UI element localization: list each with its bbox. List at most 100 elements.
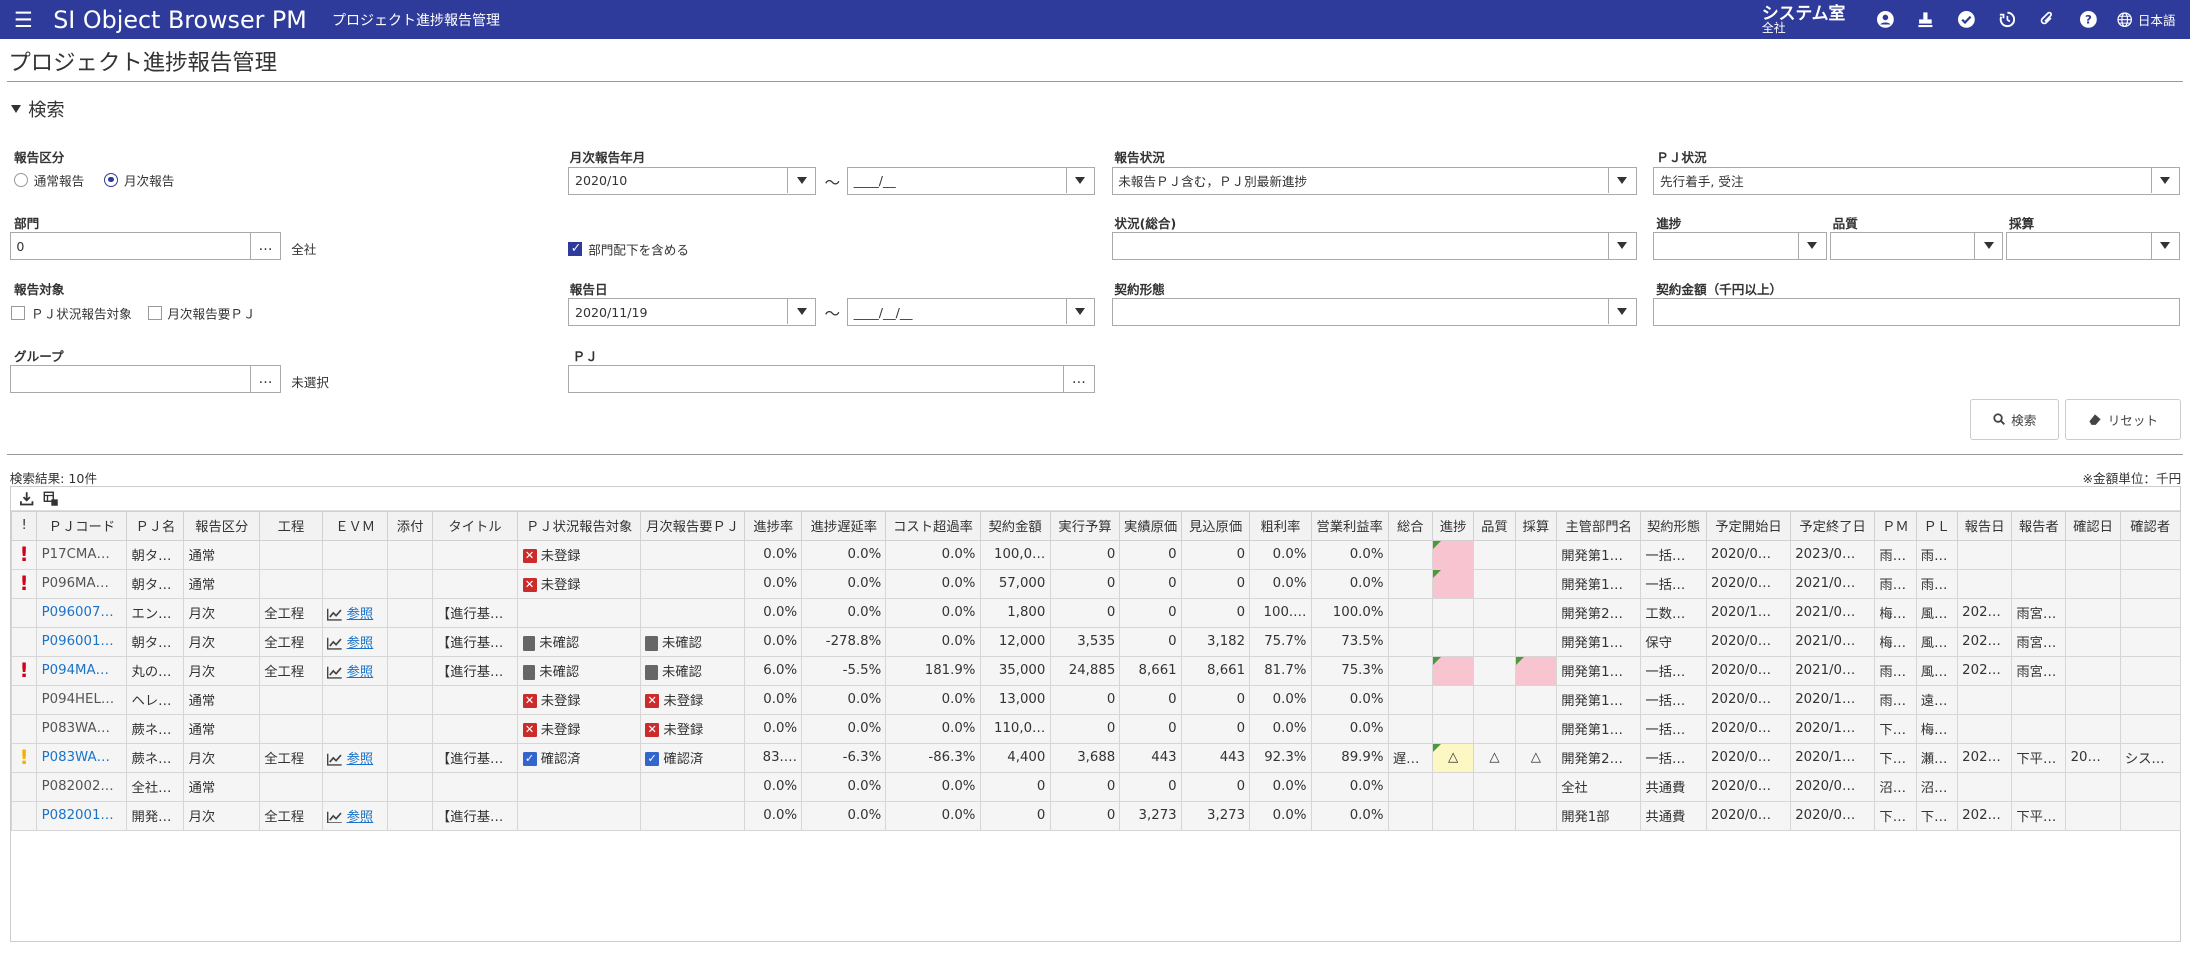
column-header[interactable]: 確認者	[2119, 510, 2181, 541]
check-icon[interactable]	[1946, 11, 1987, 28]
table-row[interactable]: P096007… エン… 月次 全工程 参照 【進行基… 0.0% 0.0% 0.0% 1,800…	[10, 597, 2181, 628]
dept-picker-button[interactable]: …	[249, 233, 281, 259]
column-header[interactable]: ＰＪ状況報告対象	[517, 510, 642, 541]
chevron-down-icon[interactable]	[1607, 233, 1636, 259]
column-header[interactable]: !	[10, 510, 38, 541]
chevron-down-icon[interactable]	[1065, 299, 1094, 325]
chevron-down-icon[interactable]	[787, 167, 815, 193]
pj-code-cell[interactable]: P082001…	[36, 800, 128, 831]
stamp-icon[interactable]	[1905, 11, 1946, 28]
table-row[interactable]: P096001… 朝タ… 月次 全工程 参照 【進行基… 未確認 未確認 0.0% -278.8%…	[10, 626, 2181, 657]
reset-button[interactable]: リセット	[2065, 399, 2182, 440]
evm-cell[interactable]: 参照	[321, 800, 389, 831]
contract-type-select[interactable]	[1111, 298, 1637, 327]
column-header[interactable]: ＥＶＭ	[321, 510, 389, 541]
group-picker-button[interactable]: …	[249, 366, 281, 392]
pj-code-cell[interactable]: P094MA…	[36, 655, 128, 686]
table-row[interactable]: ! P17CMA… 朝タ… 通常 ✕ 未登録 0.0% 0.0% 0.0% 100,0… 0 0 0 0.…	[10, 539, 2181, 570]
column-header[interactable]: 確認日	[2065, 510, 2121, 541]
column-header[interactable]: 月次報告要ＰＪ	[640, 510, 746, 541]
chevron-down-icon[interactable]	[1607, 167, 1636, 193]
evm-link[interactable]: 参照	[347, 752, 374, 767]
column-header[interactable]: 実行予算	[1049, 510, 1121, 541]
column-header[interactable]: 粗利率	[1249, 510, 1312, 541]
monthly-year-from-select[interactable]: 2020/10	[568, 166, 817, 195]
org-switcher[interactable]: システム室 全社	[1762, 4, 1845, 35]
column-header[interactable]: 報告者	[2011, 510, 2067, 541]
evm-cell[interactable]: 参照	[321, 742, 389, 773]
pj-input[interactable]: …	[568, 365, 1095, 394]
evm-link[interactable]: 参照	[347, 665, 374, 680]
chevron-down-icon[interactable]	[1065, 167, 1094, 193]
search-button[interactable]: 検索	[1969, 399, 2060, 440]
column-header[interactable]: 予定終了日	[1790, 510, 1876, 541]
column-header[interactable]: 進捗遅延率	[801, 510, 887, 541]
radio-monthly-report[interactable]	[104, 172, 119, 187]
column-header[interactable]: 報告日	[1956, 510, 2013, 541]
app-title[interactable]: SI Object Browser PM	[53, 6, 307, 34]
target-pj-status-checkbox[interactable]	[11, 306, 26, 321]
chevron-down-icon[interactable]	[2150, 167, 2179, 193]
user-icon[interactable]	[1865, 11, 1906, 28]
column-header[interactable]: 進捗	[1431, 510, 1475, 541]
chevron-down-icon[interactable]	[1974, 233, 2002, 259]
evm-link[interactable]: 参照	[347, 607, 374, 622]
column-settings-icon[interactable]	[43, 491, 58, 506]
table-row[interactable]: ! P096MA… 朝タ… 通常 ✕ 未登録 0.0% 0.0% 0.0% 57,000 0 0 0 0.…	[10, 568, 2181, 599]
column-header[interactable]: 予定開始日	[1705, 510, 1792, 541]
chevron-down-icon[interactable]	[787, 299, 815, 325]
column-header[interactable]: 採算	[1514, 510, 1558, 541]
download-icon[interactable]	[19, 491, 34, 506]
report-date-to-select[interactable]: ____/__/__	[847, 298, 1095, 327]
contract-amount-input[interactable]	[1653, 298, 2180, 327]
column-header[interactable]: 品質	[1473, 510, 1516, 541]
column-header[interactable]: 契約形態	[1640, 510, 1707, 541]
dept-input[interactable]: 0…	[9, 232, 282, 261]
progress-select[interactable]	[1653, 232, 1827, 261]
quality-select[interactable]	[1829, 232, 2004, 261]
profit-select[interactable]	[2006, 232, 2180, 261]
table-row[interactable]: P094HEL… ヘレ… 通常 ✕ 未登録 ✕ 未登録 0.0% 0.0% 0.0% 13,000 0…	[10, 684, 2181, 715]
pj-code-cell[interactable]: P096001…	[36, 626, 128, 657]
column-header[interactable]: タイトル	[431, 510, 519, 541]
group-input[interactable]: …	[9, 365, 282, 394]
evm-cell[interactable]: 参照	[321, 597, 389, 628]
report-status-select[interactable]: 未報告ＰＪ含む，ＰＪ別最新進捗	[1111, 166, 1637, 195]
column-header[interactable]: ＰＭ	[1874, 510, 1917, 541]
paperclip-icon[interactable]	[2027, 11, 2068, 28]
evm-link[interactable]: 参照	[347, 810, 374, 825]
pj-picker-button[interactable]: …	[1062, 366, 1094, 392]
chevron-down-icon[interactable]	[1797, 233, 1826, 259]
column-header[interactable]: 総合	[1387, 510, 1433, 541]
help-icon[interactable]: ?	[2068, 11, 2109, 28]
evm-cell[interactable]: 参照	[321, 655, 389, 686]
chevron-down-icon[interactable]	[2150, 233, 2179, 259]
search-section-toggle[interactable]: 検索	[11, 96, 2189, 122]
column-header[interactable]: 報告区分	[183, 510, 261, 541]
pj-code-cell[interactable]: P096007…	[36, 597, 128, 628]
table-row[interactable]: P082001… 開発… 月次 全工程 参照 【進行基… 0.0% 0.0% 0.0% 0 0 3,2…	[10, 800, 2181, 831]
history-icon[interactable]	[1987, 11, 2028, 28]
language-switcher[interactable]: 日本語	[2117, 10, 2176, 29]
column-header[interactable]: コスト超過率	[885, 510, 981, 541]
menu-icon[interactable]: ☰	[14, 8, 39, 32]
column-header[interactable]: 契約金額	[979, 510, 1051, 541]
evm-cell[interactable]: 参照	[321, 626, 389, 657]
pj-code-cell[interactable]: P083WA…	[36, 742, 128, 773]
column-header[interactable]: 進捗率	[744, 510, 803, 541]
table-row[interactable]: ! P094MA… 丸の… 月次 全工程 参照 【進行基… 未確認 未確認 6.0% -5.5% 18…	[10, 655, 2181, 686]
column-header[interactable]: 営業利益率	[1310, 510, 1389, 541]
column-header[interactable]: ＰＬ	[1915, 510, 1958, 541]
table-row[interactable]: P083WA… 蕨ネ… 通常 ✕ 未登録 ✕ 未登録 0.0% 0.0% 0.0% 110,0… 0 0…	[10, 713, 2181, 744]
chevron-down-icon[interactable]	[1607, 299, 1636, 325]
monthly-year-to-select[interactable]: ____/__	[847, 166, 1095, 195]
pj-status-select[interactable]: 先行着手, 受注	[1653, 166, 2180, 195]
column-header[interactable]: 工程	[259, 510, 323, 541]
table-row[interactable]: ! P083WA… 蕨ネ… 月次 全工程 参照 【進行基… ✓ 確認済 ✓ 確認済 83.… -6.3%…	[10, 742, 2181, 773]
column-header[interactable]: 添付	[387, 510, 433, 541]
column-header[interactable]: 主管部門名	[1556, 510, 1642, 541]
report-date-from-select[interactable]: 2020/11/19	[568, 298, 817, 327]
evm-link[interactable]: 参照	[347, 636, 374, 651]
column-header[interactable]: ＰＪコード	[36, 510, 128, 541]
include-sub-dept-checkbox[interactable]	[568, 240, 583, 256]
